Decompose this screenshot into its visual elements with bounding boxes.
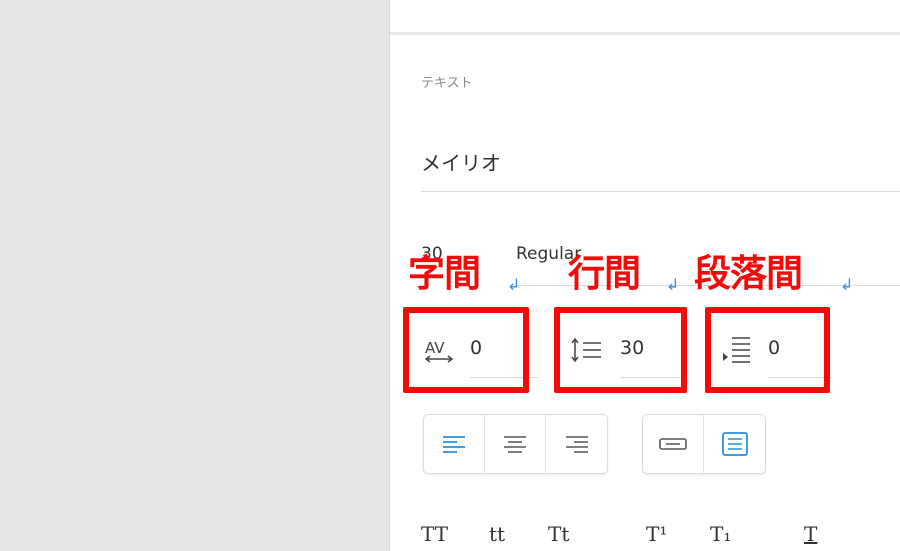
- underline-button[interactable]: T: [804, 522, 817, 546]
- title-case-button[interactable]: Tt: [548, 522, 569, 546]
- text-area-icon: [721, 432, 748, 456]
- paragraph-spacing-annotation: 段落間: [694, 252, 803, 295]
- return-mark-icon: ↲: [507, 275, 521, 294]
- text-area-button[interactable]: [704, 415, 765, 473]
- alignment-button-group: [423, 414, 608, 474]
- text-box-mode-group: [642, 414, 766, 474]
- return-mark-icon: ↲: [840, 275, 854, 294]
- return-mark-icon: ↲: [666, 275, 680, 294]
- canvas-area[interactable]: [0, 0, 389, 551]
- section-divider: [390, 32, 900, 35]
- fixed-width-icon: [659, 438, 687, 450]
- superscript-button[interactable]: T¹: [646, 522, 667, 546]
- align-center-button[interactable]: [485, 415, 546, 473]
- line-spacing-annotation: 行間: [568, 252, 641, 295]
- all-caps-button[interactable]: TT: [421, 522, 448, 546]
- font-family-dropdown[interactable]: メイリオ: [421, 147, 501, 176]
- align-left-button[interactable]: [424, 415, 485, 473]
- char-spacing-highlight: [403, 307, 529, 393]
- align-center-icon: [504, 436, 526, 453]
- subscript-button[interactable]: T₁: [710, 522, 731, 546]
- line-spacing-highlight: [554, 307, 687, 393]
- char-spacing-annotation: 字間: [408, 252, 481, 295]
- align-right-icon: [565, 436, 588, 453]
- fixed-width-button[interactable]: [643, 415, 704, 473]
- lowercase-button[interactable]: tt: [489, 522, 505, 546]
- paragraph-spacing-highlight: [705, 307, 830, 393]
- align-right-button[interactable]: [546, 415, 607, 473]
- align-left-icon: [443, 436, 465, 453]
- font-family-underline: [421, 191, 900, 192]
- text-section-label: テキスト: [421, 76, 473, 91]
